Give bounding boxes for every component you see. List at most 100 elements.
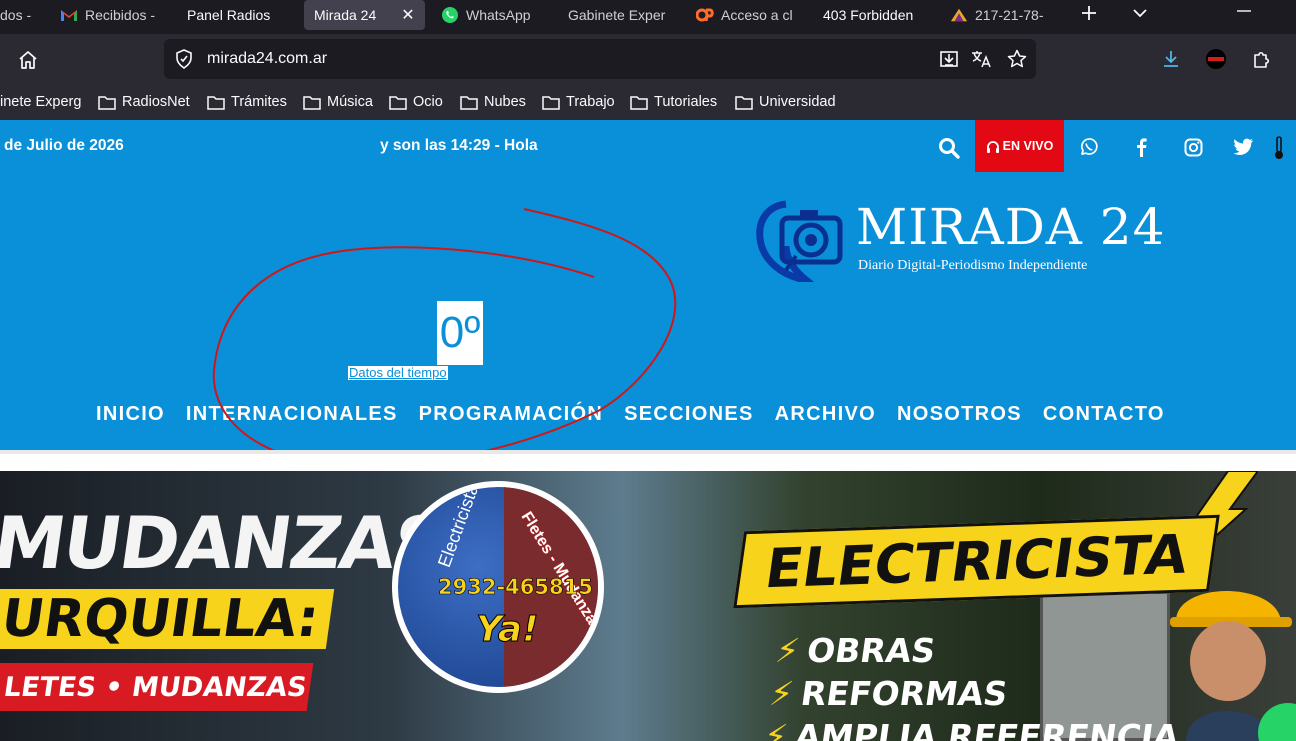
folder-icon xyxy=(630,95,648,110)
bookmark-musica[interactable]: Música xyxy=(303,94,373,110)
shield-icon[interactable] xyxy=(174,49,194,69)
chevron-down-icon xyxy=(1133,9,1147,18)
twitter-icon xyxy=(1232,138,1253,155)
folder-icon xyxy=(207,95,225,110)
bookmark-label: inete Experg xyxy=(0,94,82,110)
bookmark-label: Trabajo xyxy=(566,94,615,110)
folder-icon xyxy=(303,95,321,110)
advertisement-banner[interactable]: MUDANZAS URQUILLA: LETES • MUDANZAS Elec… xyxy=(0,471,1296,741)
tab-server[interactable]: 217-21-78- xyxy=(950,0,1050,30)
nav-secciones[interactable]: SECCIONES xyxy=(624,403,754,426)
twitter-link[interactable] xyxy=(1232,136,1254,158)
close-icon[interactable]: ✕ xyxy=(401,5,414,25)
bookmark-universidad[interactable]: Universidad xyxy=(735,94,836,110)
extensions-button[interactable] xyxy=(1250,48,1272,70)
tab-label: Recibidos - xyxy=(85,7,156,23)
nav-nosotros[interactable]: NOSOTROS xyxy=(897,403,1022,426)
tab-gabinete[interactable]: Gabinete Exper xyxy=(568,0,668,30)
star-icon[interactable] xyxy=(1006,49,1028,69)
instagram-icon xyxy=(1184,138,1202,156)
url-text[interactable]: mirada24.com.ar xyxy=(207,50,327,68)
bookmark-gabinete[interactable]: inete Experg xyxy=(0,94,81,110)
bookmark-label: Tutoriales xyxy=(654,94,718,110)
logo-subtitle: Diario Digital-Periodismo Independiente xyxy=(858,258,1088,273)
banner-services-list: ⚡OBRAS ⚡REFORMAS ⚡AMPLIA REFERENCIA xyxy=(761,629,1194,741)
translate-icon[interactable] xyxy=(971,49,993,69)
bookmark-tutoriales[interactable]: Tutoriales xyxy=(630,94,717,110)
gmail-icon xyxy=(60,6,78,24)
folder-icon xyxy=(542,95,560,110)
instagram-link[interactable] xyxy=(1182,136,1204,158)
whatsapp-icon xyxy=(1080,138,1098,155)
minimize-icon xyxy=(1237,10,1251,12)
save-page-icon[interactable] xyxy=(938,49,960,69)
tab-cpanel[interactable]: Acceso a cl xyxy=(696,0,796,30)
banner-phone-badge: Electricista Fletes - Mudanzas 2932-4658… xyxy=(392,481,604,693)
home-button[interactable] xyxy=(16,48,40,72)
download-icon xyxy=(1164,51,1178,67)
whatsapp-link[interactable] xyxy=(1078,136,1100,158)
bolt-icon: ⚡ xyxy=(773,631,802,670)
tab-label: 403 Forbidden xyxy=(823,7,914,23)
current-date: de Julio de 2026 xyxy=(4,137,124,154)
service-label: OBRAS xyxy=(804,631,938,670)
banner-mudanzas-title: MUDANZAS xyxy=(0,501,450,585)
tab-strip: dos - Recibidos - Panel Radios Mirada 24… xyxy=(0,0,1296,34)
minimize-button[interactable] xyxy=(1236,4,1252,27)
live-label: EN VIVO xyxy=(1002,139,1054,153)
bookmark-radiosnet[interactable]: RadiosNet xyxy=(98,94,190,110)
downloads-button[interactable] xyxy=(1160,48,1182,70)
folder-icon xyxy=(98,95,116,110)
tab-403[interactable]: 403 Forbidden xyxy=(823,0,913,30)
tab-label: Mirada 24 xyxy=(314,7,377,23)
search-icon xyxy=(939,138,960,159)
bookmark-trabajo[interactable]: Trabajo xyxy=(542,94,615,110)
url-bar[interactable]: mirada24.com.ar xyxy=(164,39,1036,79)
facebook-icon xyxy=(1137,138,1147,157)
bolt-icon: ⚡ xyxy=(767,674,796,713)
weather-link[interactable]: Datos del tiempo xyxy=(348,366,448,380)
server-icon xyxy=(950,6,968,24)
nav-programacion[interactable]: PROGRAMACIÓN xyxy=(419,403,604,426)
tab-gmail[interactable]: Recibidos - xyxy=(60,0,155,30)
folder-icon xyxy=(389,95,407,110)
bookmark-ocio[interactable]: Ocio xyxy=(389,94,443,110)
home-icon xyxy=(19,51,37,69)
nav-inicio[interactable]: INICIO xyxy=(96,403,165,426)
browser-window: { "tabs": [ {"label": "dos -", "icon": "… xyxy=(0,0,1296,741)
weather-temperature: 0º xyxy=(437,301,483,365)
service-label: REFORMAS xyxy=(798,674,1011,713)
service-item: ⚡REFORMAS xyxy=(767,672,1188,715)
tab-label: Acceso a cl xyxy=(721,7,793,23)
tab-label: dos - xyxy=(0,7,32,23)
tab-panel-radios[interactable]: Panel Radios xyxy=(187,0,270,30)
nav-internacionales[interactable]: INTERNACIONALES xyxy=(186,403,398,426)
bookmark-tramites[interactable]: Trámites xyxy=(207,94,287,110)
tab-mirada24[interactable]: Mirada 24 ✕ xyxy=(304,0,425,30)
puzzle-icon xyxy=(1254,51,1270,68)
tab-label: Gabinete Exper xyxy=(568,7,666,23)
tab-1[interactable]: dos - xyxy=(0,0,31,30)
bookmark-label: RadiosNet xyxy=(122,94,190,110)
nav-contacto[interactable]: CONTACTO xyxy=(1043,403,1165,426)
site-header: de Julio de 2026 y son las 14:29 - Hola … xyxy=(0,120,1296,450)
badge-electricista-text: Electricista xyxy=(434,481,483,570)
bookmark-label: Universidad xyxy=(759,94,836,110)
service-item: ⚡AMPLIA REFERENCIA xyxy=(761,715,1182,741)
thermometer-icon xyxy=(1272,136,1286,160)
search-button[interactable] xyxy=(936,136,962,160)
bookmark-nubes[interactable]: Nubes xyxy=(460,94,526,110)
new-tab-button[interactable] xyxy=(1080,4,1098,28)
navigation-toolbar: mirada24.com.ar xyxy=(0,34,1296,86)
bookmark-label: Ocio xyxy=(413,94,443,110)
extension-experg-button[interactable] xyxy=(1205,48,1227,70)
header-divider xyxy=(0,450,1296,471)
facebook-link[interactable] xyxy=(1130,136,1152,158)
live-button[interactable]: EN VIVO xyxy=(975,120,1064,172)
tab-label: Panel Radios xyxy=(187,7,271,23)
logo-title: MIRADA 24 xyxy=(856,198,1166,256)
tab-whatsapp[interactable]: WhatsApp xyxy=(441,0,541,30)
service-item: ⚡OBRAS xyxy=(773,629,1194,672)
tab-list-button[interactable] xyxy=(1131,4,1149,28)
nav-archivo[interactable]: ARCHIVO xyxy=(775,403,876,426)
